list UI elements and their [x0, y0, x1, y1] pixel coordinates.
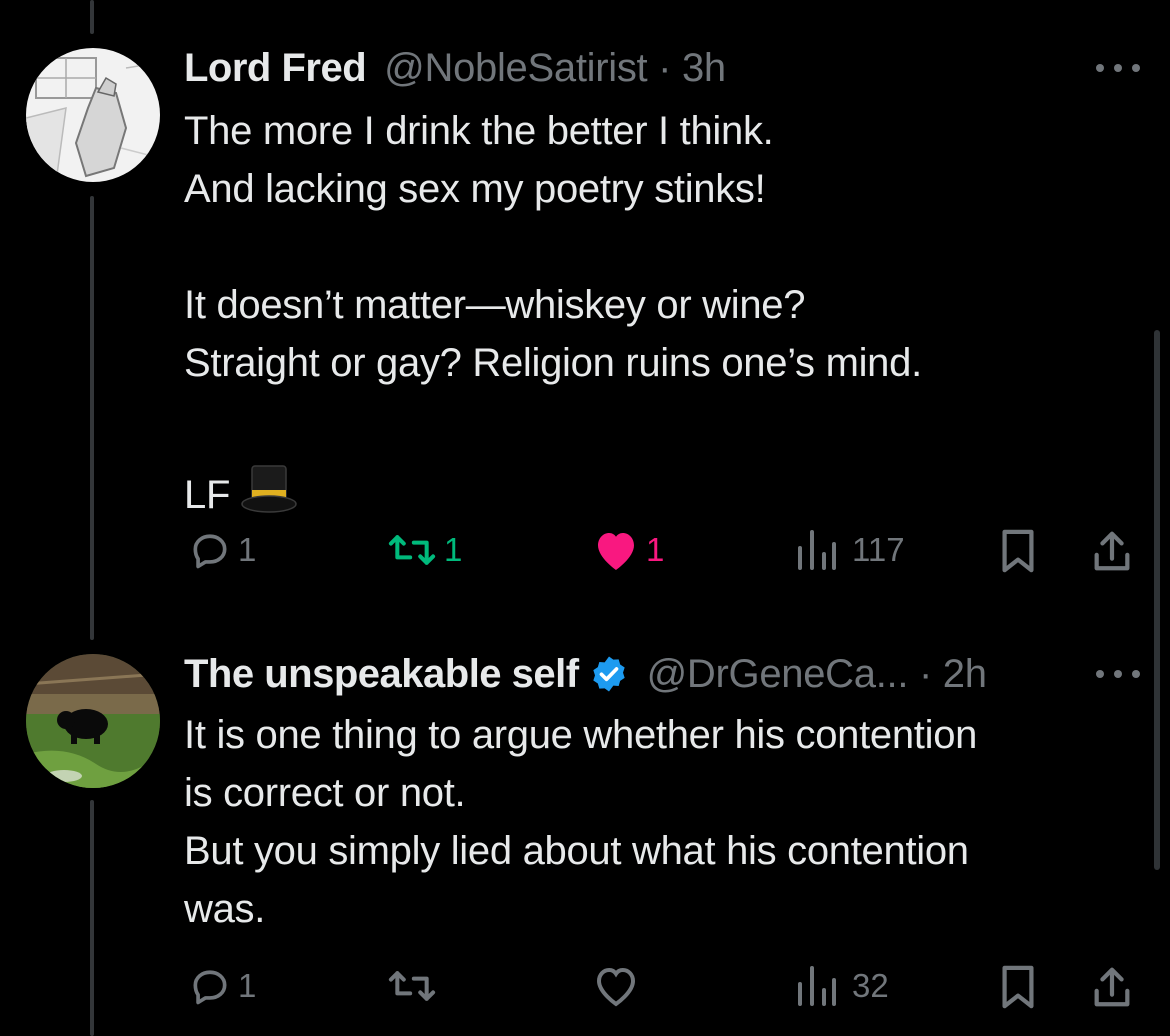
views-icon	[798, 530, 836, 570]
tweet-text: It is one thing to argue whether his con…	[184, 706, 1134, 938]
share-button[interactable]	[1090, 528, 1134, 574]
avatar[interactable]	[26, 654, 160, 788]
repost-button[interactable]: 1	[386, 528, 462, 572]
repost-icon	[388, 535, 436, 565]
avatar[interactable]	[26, 48, 160, 182]
reply-button[interactable]: 1	[188, 528, 256, 572]
like-button[interactable]	[592, 964, 640, 1008]
tweet-line: But you simply lied about what his conte…	[184, 829, 969, 873]
tweet-signature-line: LF	[184, 464, 1134, 530]
views-button[interactable]: 117	[796, 528, 905, 572]
views-icon	[798, 966, 836, 1006]
repost-count: 1	[444, 531, 463, 568]
like-count: 1	[646, 531, 665, 568]
like-button[interactable]: 1	[592, 528, 664, 572]
share-icon	[1094, 967, 1130, 1007]
tweet-line-blank	[184, 392, 1134, 450]
tweet-header: Lord Fred @NobleSatirist · 3h	[184, 44, 726, 92]
tweet-line: The more I drink the better I think.	[184, 109, 774, 153]
handle-and-time[interactable]: @DrGeneCa... · 2h	[647, 650, 987, 698]
tweet-line: was.	[184, 887, 266, 931]
reply-button[interactable]: 1	[188, 964, 256, 1008]
tweet-unspeakable-self[interactable]: The unspeakable self @DrGeneCa... · 2h I…	[0, 600, 1170, 1036]
repost-button[interactable]	[386, 964, 438, 1008]
reply-count: 1	[238, 967, 257, 1004]
reply-count: 1	[238, 531, 257, 568]
tweet-line-blank	[184, 218, 1134, 276]
handle-and-time[interactable]: @NobleSatirist · 3h	[384, 44, 726, 92]
bookmark-icon	[1002, 965, 1034, 1009]
reply-icon	[193, 970, 227, 1005]
tweet-actions: 1 32	[0, 964, 1170, 1014]
top-hat-emoji-icon	[240, 464, 298, 530]
more-options-icon[interactable]	[1096, 58, 1140, 78]
more-options-icon[interactable]	[1096, 664, 1140, 684]
tweet-line: It is one thing to argue whether his con…	[184, 713, 978, 757]
display-name[interactable]: The unspeakable self	[184, 650, 579, 698]
tweet-signature: LF	[184, 473, 231, 517]
tweet-lord-fred[interactable]: Lord Fred @NobleSatirist · 3h The more I…	[0, 0, 1170, 600]
views-count: 32	[852, 967, 889, 1004]
tweet-line: is correct or not.	[184, 771, 466, 815]
tweet-line: It doesn’t matter—whiskey or wine?	[184, 283, 806, 327]
tweet-text: The more I drink the better I think. And…	[184, 102, 1134, 530]
tweet-line: Straight or gay? Religion ruins one’s mi…	[184, 341, 922, 385]
tweet-header: The unspeakable self @DrGeneCa... · 2h	[184, 650, 987, 698]
repost-icon	[388, 971, 436, 1001]
verified-badge-icon	[592, 656, 625, 692]
views-count: 117	[852, 531, 905, 568]
share-button[interactable]	[1090, 964, 1134, 1010]
tweet-line: And lacking sex my poetry stinks!	[184, 167, 766, 211]
reply-icon	[193, 534, 227, 569]
heart-filled-icon	[598, 533, 634, 570]
tweet-actions: 1 1 1 117	[0, 528, 1170, 578]
bookmark-button[interactable]	[998, 964, 1038, 1010]
share-icon	[1094, 531, 1130, 571]
heart-outline-icon	[596, 967, 636, 1007]
bookmark-icon	[1002, 529, 1034, 573]
display-name[interactable]: Lord Fred	[184, 44, 367, 92]
views-button[interactable]: 32	[796, 964, 889, 1008]
bookmark-button[interactable]	[998, 528, 1038, 574]
